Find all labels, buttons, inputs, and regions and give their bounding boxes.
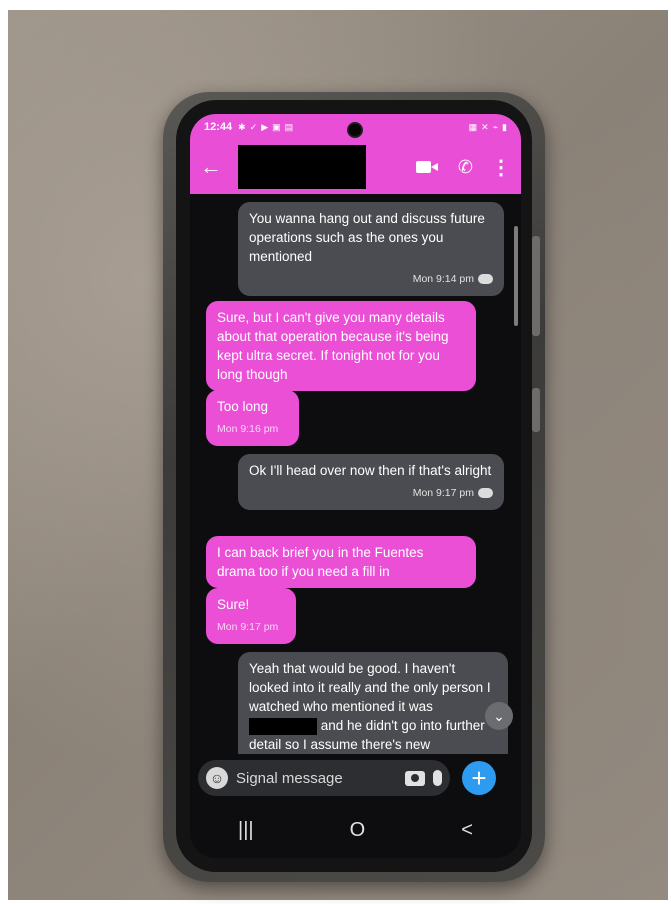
- redacted-contact-name[interactable]: [238, 145, 366, 189]
- system-nav-bar: ||| O <: [190, 802, 521, 858]
- back-icon[interactable]: <: [461, 819, 473, 842]
- card-icon: ▤: [284, 121, 294, 132]
- recents-icon[interactable]: |||: [238, 819, 254, 842]
- more-options-icon[interactable]: ⋮: [491, 155, 511, 180]
- phone-screen: 12:44 ✱ ✓ ▶ ▣ ▤ ▦ ✕ ⌁ ▮ ← ✆ ⋮ You wanna …: [190, 114, 521, 858]
- battery-icon: ▮: [502, 121, 507, 132]
- status-time: 12:44: [204, 121, 233, 133]
- message-text: Sure!: [217, 597, 250, 612]
- emoji-icon[interactable]: ☺: [206, 767, 228, 789]
- scroll-to-bottom-button[interactable]: ⌄: [485, 702, 513, 730]
- message-timestamp: Mon 9:16 pm: [217, 423, 279, 435]
- video-call-icon[interactable]: [415, 159, 440, 175]
- scrollbar[interactable]: [514, 226, 518, 326]
- message-bubble-incoming[interactable]: I can back brief you in the Fuentes dram…: [206, 536, 476, 588]
- front-camera: [347, 122, 363, 138]
- message-text: Ok I'll head over now then if that's alr…: [249, 463, 492, 478]
- message-text: Sure, but I can't give you many details …: [217, 310, 449, 382]
- message-bubble-incoming[interactable]: Too long Mon 9:16 pm: [206, 390, 299, 446]
- play-icon: ▶: [261, 121, 269, 132]
- settings-icon: ✱: [238, 121, 246, 132]
- power-button: [532, 388, 540, 432]
- conversation-header: ← ✆ ⋮: [190, 140, 521, 194]
- message-composer: ☺ Signal message +: [190, 754, 521, 802]
- message-bubble-incoming[interactable]: Sure! Mon 9:17 pm: [206, 588, 296, 644]
- calendar-icon: ▦: [468, 121, 478, 132]
- message-text: You wanna hang out and discuss future op…: [249, 211, 485, 264]
- gallery-icon: ▣: [272, 121, 281, 132]
- message-bubble-outgoing[interactable]: Ok I'll head over now then if that's alr…: [238, 454, 504, 510]
- mute-icon: ✕: [481, 121, 489, 132]
- read-receipt-icon: [478, 274, 493, 285]
- message-timestamp: Mon 9:17 pm: [412, 487, 474, 499]
- redacted-name-inline: [249, 717, 317, 735]
- message-timestamp: Mon 9:17 pm: [217, 621, 279, 633]
- back-arrow-icon[interactable]: ←: [200, 154, 230, 180]
- wifi-icon: ⌁: [492, 121, 499, 132]
- home-icon[interactable]: O: [350, 819, 366, 842]
- message-list[interactable]: You wanna hang out and discuss future op…: [190, 194, 521, 754]
- message-text-start: Yeah that would be good. I haven't looke…: [249, 661, 491, 714]
- message-text: Too long: [217, 399, 269, 414]
- phone-call-icon[interactable]: ✆: [458, 157, 473, 178]
- status-icons-left: ✱ ✓ ▶ ▣ ▤: [238, 122, 293, 133]
- message-timestamp: Mon 9:14 pm: [412, 273, 474, 285]
- microphone-icon[interactable]: [433, 770, 442, 786]
- volume-button: [532, 236, 540, 336]
- message-text: I can back brief you in the Fuentes dram…: [217, 545, 424, 579]
- message-meta: Mon 9:17 pm: [249, 484, 493, 503]
- read-receipt-icon: [478, 488, 493, 499]
- status-icons-right: ▦ ✕ ⌁ ▮: [469, 122, 507, 133]
- message-meta: Mon 9:14 pm: [249, 270, 493, 289]
- header-actions: ✆ ⋮: [415, 155, 511, 180]
- message-bubble-incoming[interactable]: Sure, but I can't give you many details …: [206, 301, 476, 391]
- camera-icon[interactable]: [405, 770, 425, 786]
- message-input-container[interactable]: ☺ Signal message: [198, 760, 450, 796]
- message-bubble-outgoing[interactable]: You wanna hang out and discuss future op…: [238, 202, 504, 296]
- add-attachment-button[interactable]: +: [462, 761, 496, 795]
- message-bubble-outgoing[interactable]: Yeah that would be good. I haven't looke…: [238, 652, 508, 754]
- message-input[interactable]: Signal message: [236, 770, 397, 787]
- location-icon: ✓: [249, 121, 258, 132]
